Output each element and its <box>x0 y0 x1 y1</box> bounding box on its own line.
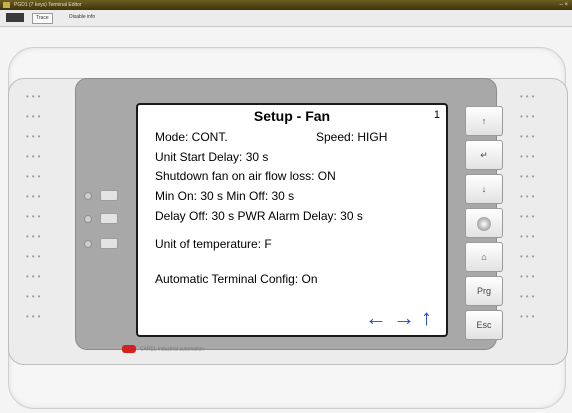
home-key[interactable]: ⌂ <box>465 242 503 272</box>
power-led-icon <box>84 215 92 223</box>
joystick-key[interactable] <box>465 208 503 238</box>
app-icon <box>3 2 10 8</box>
auto-config-line: Automatic Terminal Config: On <box>155 272 318 286</box>
nav-arrows: ←→↑ <box>365 305 438 330</box>
tab-trace[interactable]: Trace <box>32 13 53 24</box>
right-grille: ••• ••• ••• ••• ••• ••• ••• ••• ••• ••• ••• ••• <box>520 92 538 321</box>
down-key[interactable]: ↓ <box>465 174 503 204</box>
brand-label: CAREL industrial automation <box>122 345 204 353</box>
esc-key[interactable]: Esc <box>465 310 503 340</box>
window-controls[interactable]: – × <box>559 0 568 10</box>
toolbar-icon[interactable] <box>6 13 24 22</box>
carel-logo-icon <box>122 345 136 353</box>
joystick-icon <box>477 216 491 231</box>
shutdown-line: Shutdown fan on air flow loss: ON <box>155 169 336 183</box>
enter-key[interactable]: ↵ <box>465 140 503 170</box>
speed-line: Speed: HIGH <box>316 130 388 144</box>
title-bar: PGD1 (7 keys) Terminal Editor – × <box>0 0 572 10</box>
alarm-led-icon <box>84 192 92 200</box>
window-title: PGD1 (7 keys) Terminal Editor <box>14 2 82 8</box>
screen-title: Setup - Fan <box>253 108 331 124</box>
mode-line: Mode: CONT. <box>155 130 228 144</box>
status-led <box>100 213 118 224</box>
menu-bar: Trace Disable info <box>0 10 572 27</box>
brand-text: CAREL industrial automation <box>140 346 205 353</box>
status-led <box>100 190 118 201</box>
prg-key[interactable]: Prg <box>465 276 503 306</box>
start-delay-line: Unit Start Delay: 30 s <box>155 150 269 164</box>
min-on-off-line: Min On: 30 s Min Off: 30 s <box>155 189 295 203</box>
keypad: ↑ ↵ ↓ ⌂ Prg Esc <box>465 106 505 341</box>
page-number: 1 <box>433 109 440 121</box>
up-key[interactable]: ↑ <box>465 106 503 136</box>
lcd-screen: Setup - Fan 1 Mode: CONT. Speed: HIGH Un… <box>136 103 448 337</box>
comm-led-icon <box>84 240 92 248</box>
delay-off-line: Delay Off: 30 s PWR Alarm Delay: 30 s <box>155 209 363 223</box>
status-led <box>100 238 118 249</box>
left-grille: ••• ••• ••• ••• ••• ••• ••• ••• ••• ••• ••• ••• <box>26 92 44 321</box>
temp-unit-line: Unit of temperature: F <box>155 237 272 251</box>
tab-disable-info[interactable]: Disable info <box>66 13 98 22</box>
